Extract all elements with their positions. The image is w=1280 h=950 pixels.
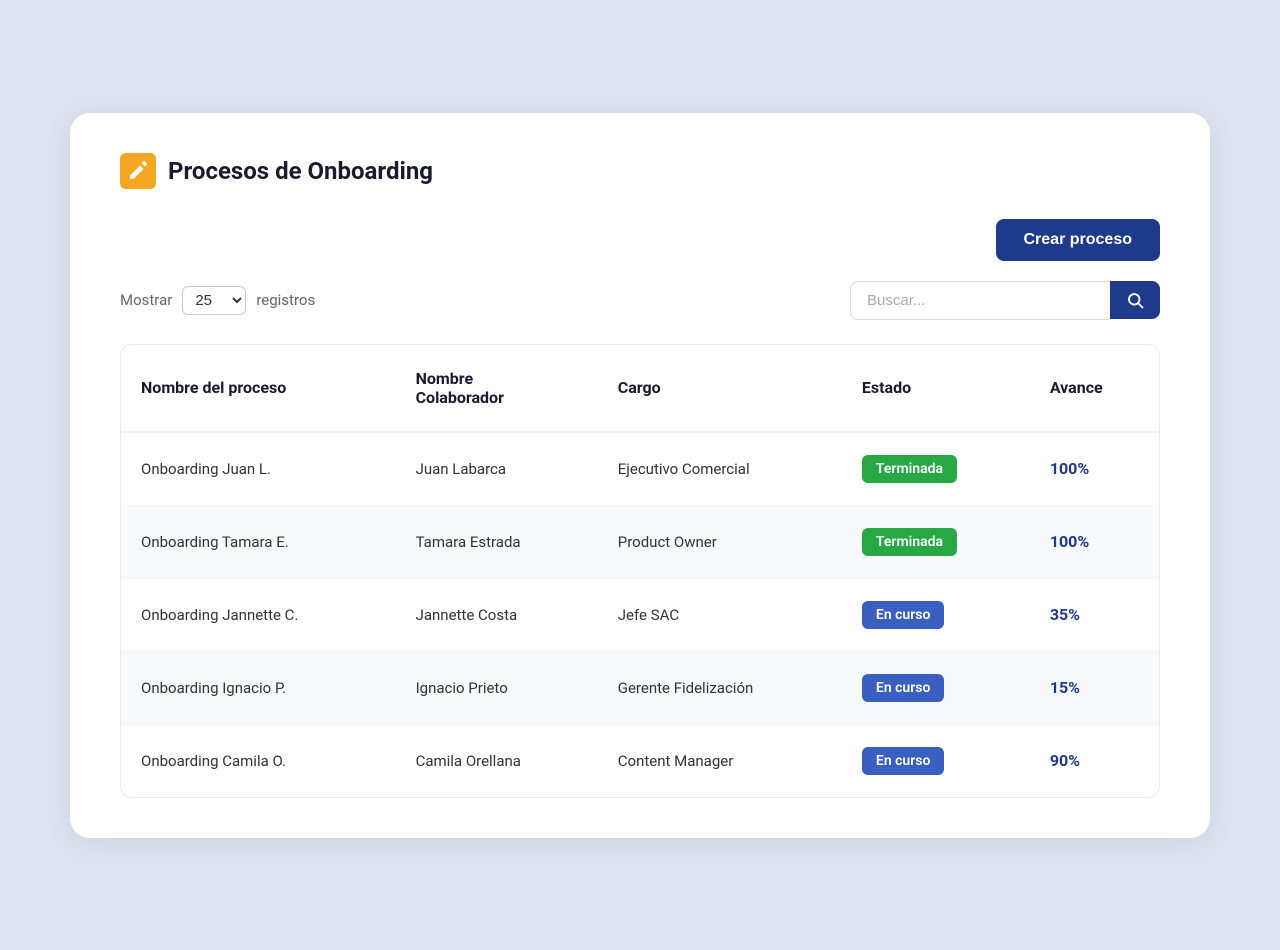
cell-cargo: Gerente Fidelización	[598, 651, 842, 724]
cell-estado: En curso	[842, 724, 1030, 797]
cell-proceso: Onboarding Jannette C.	[121, 578, 396, 651]
status-badge: En curso	[862, 747, 944, 775]
col-avance: Avance	[1030, 345, 1159, 432]
search-input[interactable]	[850, 281, 1110, 320]
table-row[interactable]: Onboarding Ignacio P. Ignacio Prieto Ger…	[121, 651, 1159, 724]
col-colaborador: NombreColaborador	[396, 345, 598, 432]
table-head: Nombre del proceso NombreColaborador Car…	[121, 345, 1159, 432]
cell-cargo: Content Manager	[598, 724, 842, 797]
cell-proceso: Onboarding Juan L.	[121, 432, 396, 506]
cell-estado: Terminada	[842, 432, 1030, 506]
col-cargo: Cargo	[598, 345, 842, 432]
avance-value: 35%	[1050, 605, 1080, 624]
table-row[interactable]: Onboarding Juan L. Juan Labarca Ejecutiv…	[121, 432, 1159, 506]
cell-avance: 35%	[1030, 578, 1159, 651]
page-header: Procesos de Onboarding	[120, 153, 1160, 189]
table-row[interactable]: Onboarding Jannette C. Jannette Costa Je…	[121, 578, 1159, 651]
cell-estado: En curso	[842, 651, 1030, 724]
cell-proceso: Onboarding Camila O.	[121, 724, 396, 797]
records-per-page-select[interactable]: 10 25 50 100	[182, 286, 246, 315]
cell-colaborador: Camila Orellana	[396, 724, 598, 797]
cell-proceso: Onboarding Ignacio P.	[121, 651, 396, 724]
cell-avance: 100%	[1030, 432, 1159, 506]
edit-icon	[120, 153, 156, 189]
search-button[interactable]	[1110, 281, 1160, 319]
status-badge: Terminada	[862, 528, 957, 556]
onboarding-table: Nombre del proceso NombreColaborador Car…	[121, 345, 1159, 797]
table-header-row: Nombre del proceso NombreColaborador Car…	[121, 345, 1159, 432]
col-estado: Estado	[842, 345, 1030, 432]
search-icon	[1126, 291, 1144, 309]
cell-cargo: Product Owner	[598, 505, 842, 578]
avance-value: 90%	[1050, 751, 1080, 770]
top-actions: Crear proceso	[120, 219, 1160, 261]
cell-avance: 100%	[1030, 505, 1159, 578]
avance-value: 100%	[1050, 532, 1089, 551]
cell-estado: Terminada	[842, 505, 1030, 578]
cell-colaborador: Juan Labarca	[396, 432, 598, 506]
table-row[interactable]: Onboarding Tamara E. Tamara Estrada Prod…	[121, 505, 1159, 578]
show-records-control: Mostrar 10 25 50 100 registros	[120, 286, 315, 315]
create-process-button[interactable]: Crear proceso	[996, 219, 1161, 261]
cell-colaborador: Tamara Estrada	[396, 505, 598, 578]
cell-avance: 15%	[1030, 651, 1159, 724]
records-label: registros	[256, 291, 315, 309]
controls-row: Mostrar 10 25 50 100 registros	[120, 281, 1160, 320]
page-title: Procesos de Onboarding	[168, 157, 433, 185]
status-badge: Terminada	[862, 455, 957, 483]
search-container	[850, 281, 1160, 320]
table-row[interactable]: Onboarding Camila O. Camila Orellana Con…	[121, 724, 1159, 797]
avance-value: 100%	[1050, 459, 1089, 478]
cell-avance: 90%	[1030, 724, 1159, 797]
cell-cargo: Jefe SAC	[598, 578, 842, 651]
cell-colaborador: Jannette Costa	[396, 578, 598, 651]
cell-colaborador: Ignacio Prieto	[396, 651, 598, 724]
status-badge: En curso	[862, 674, 944, 702]
col-proceso: Nombre del proceso	[121, 345, 396, 432]
cell-estado: En curso	[842, 578, 1030, 651]
cell-cargo: Ejecutivo Comercial	[598, 432, 842, 506]
main-card: Procesos de Onboarding Crear proceso Mos…	[70, 113, 1210, 838]
table-container: Nombre del proceso NombreColaborador Car…	[120, 344, 1160, 798]
cell-proceso: Onboarding Tamara E.	[121, 505, 396, 578]
status-badge: En curso	[862, 601, 944, 629]
table-body: Onboarding Juan L. Juan Labarca Ejecutiv…	[121, 432, 1159, 797]
show-label: Mostrar	[120, 291, 172, 309]
avance-value: 15%	[1050, 678, 1080, 697]
